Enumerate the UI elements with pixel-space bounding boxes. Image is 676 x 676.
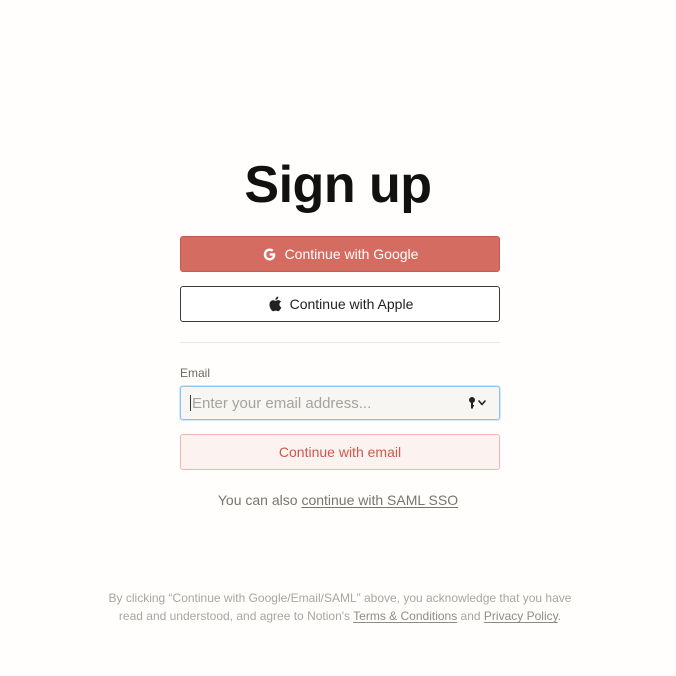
- divider: [180, 342, 500, 343]
- saml-sso-line: You can also continue with SAML SSO: [0, 492, 676, 508]
- continue-with-email-button[interactable]: Continue with email: [180, 434, 500, 470]
- key-icon[interactable]: [465, 393, 491, 413]
- email-button-label: Continue with email: [278, 444, 402, 460]
- email-input[interactable]: [190, 395, 465, 411]
- legal-line-1: By clicking “Continue with Google/Email/…: [108, 591, 572, 605]
- privacy-link[interactable]: Privacy Policy: [484, 609, 558, 623]
- continue-with-apple-button[interactable]: Continue with Apple: [180, 286, 500, 322]
- legal-line-2-prefix: read and understood, and agree to Notion…: [118, 609, 354, 623]
- continue-with-google-button[interactable]: Continue with Google: [180, 236, 500, 272]
- email-field-container[interactable]: [180, 386, 500, 420]
- legal-and: and: [457, 609, 484, 623]
- signup-page: Sign up Continue with Google Continue wi…: [0, 0, 676, 676]
- google-button-label: Continue with Google: [284, 246, 419, 262]
- apple-icon: [267, 296, 283, 312]
- page-title: Sign up: [244, 156, 432, 214]
- saml-prefix: You can also: [217, 492, 302, 508]
- saml-sso-link[interactable]: continue with SAML SSO: [301, 492, 458, 508]
- legal-period: .: [557, 609, 562, 623]
- google-icon: [262, 246, 278, 262]
- email-label: Email: [180, 366, 211, 380]
- apple-button-label: Continue with Apple: [289, 296, 414, 312]
- legal-notice: By clicking “Continue with Google/Email/…: [88, 589, 592, 625]
- terms-link[interactable]: Terms & Conditions: [353, 609, 457, 623]
